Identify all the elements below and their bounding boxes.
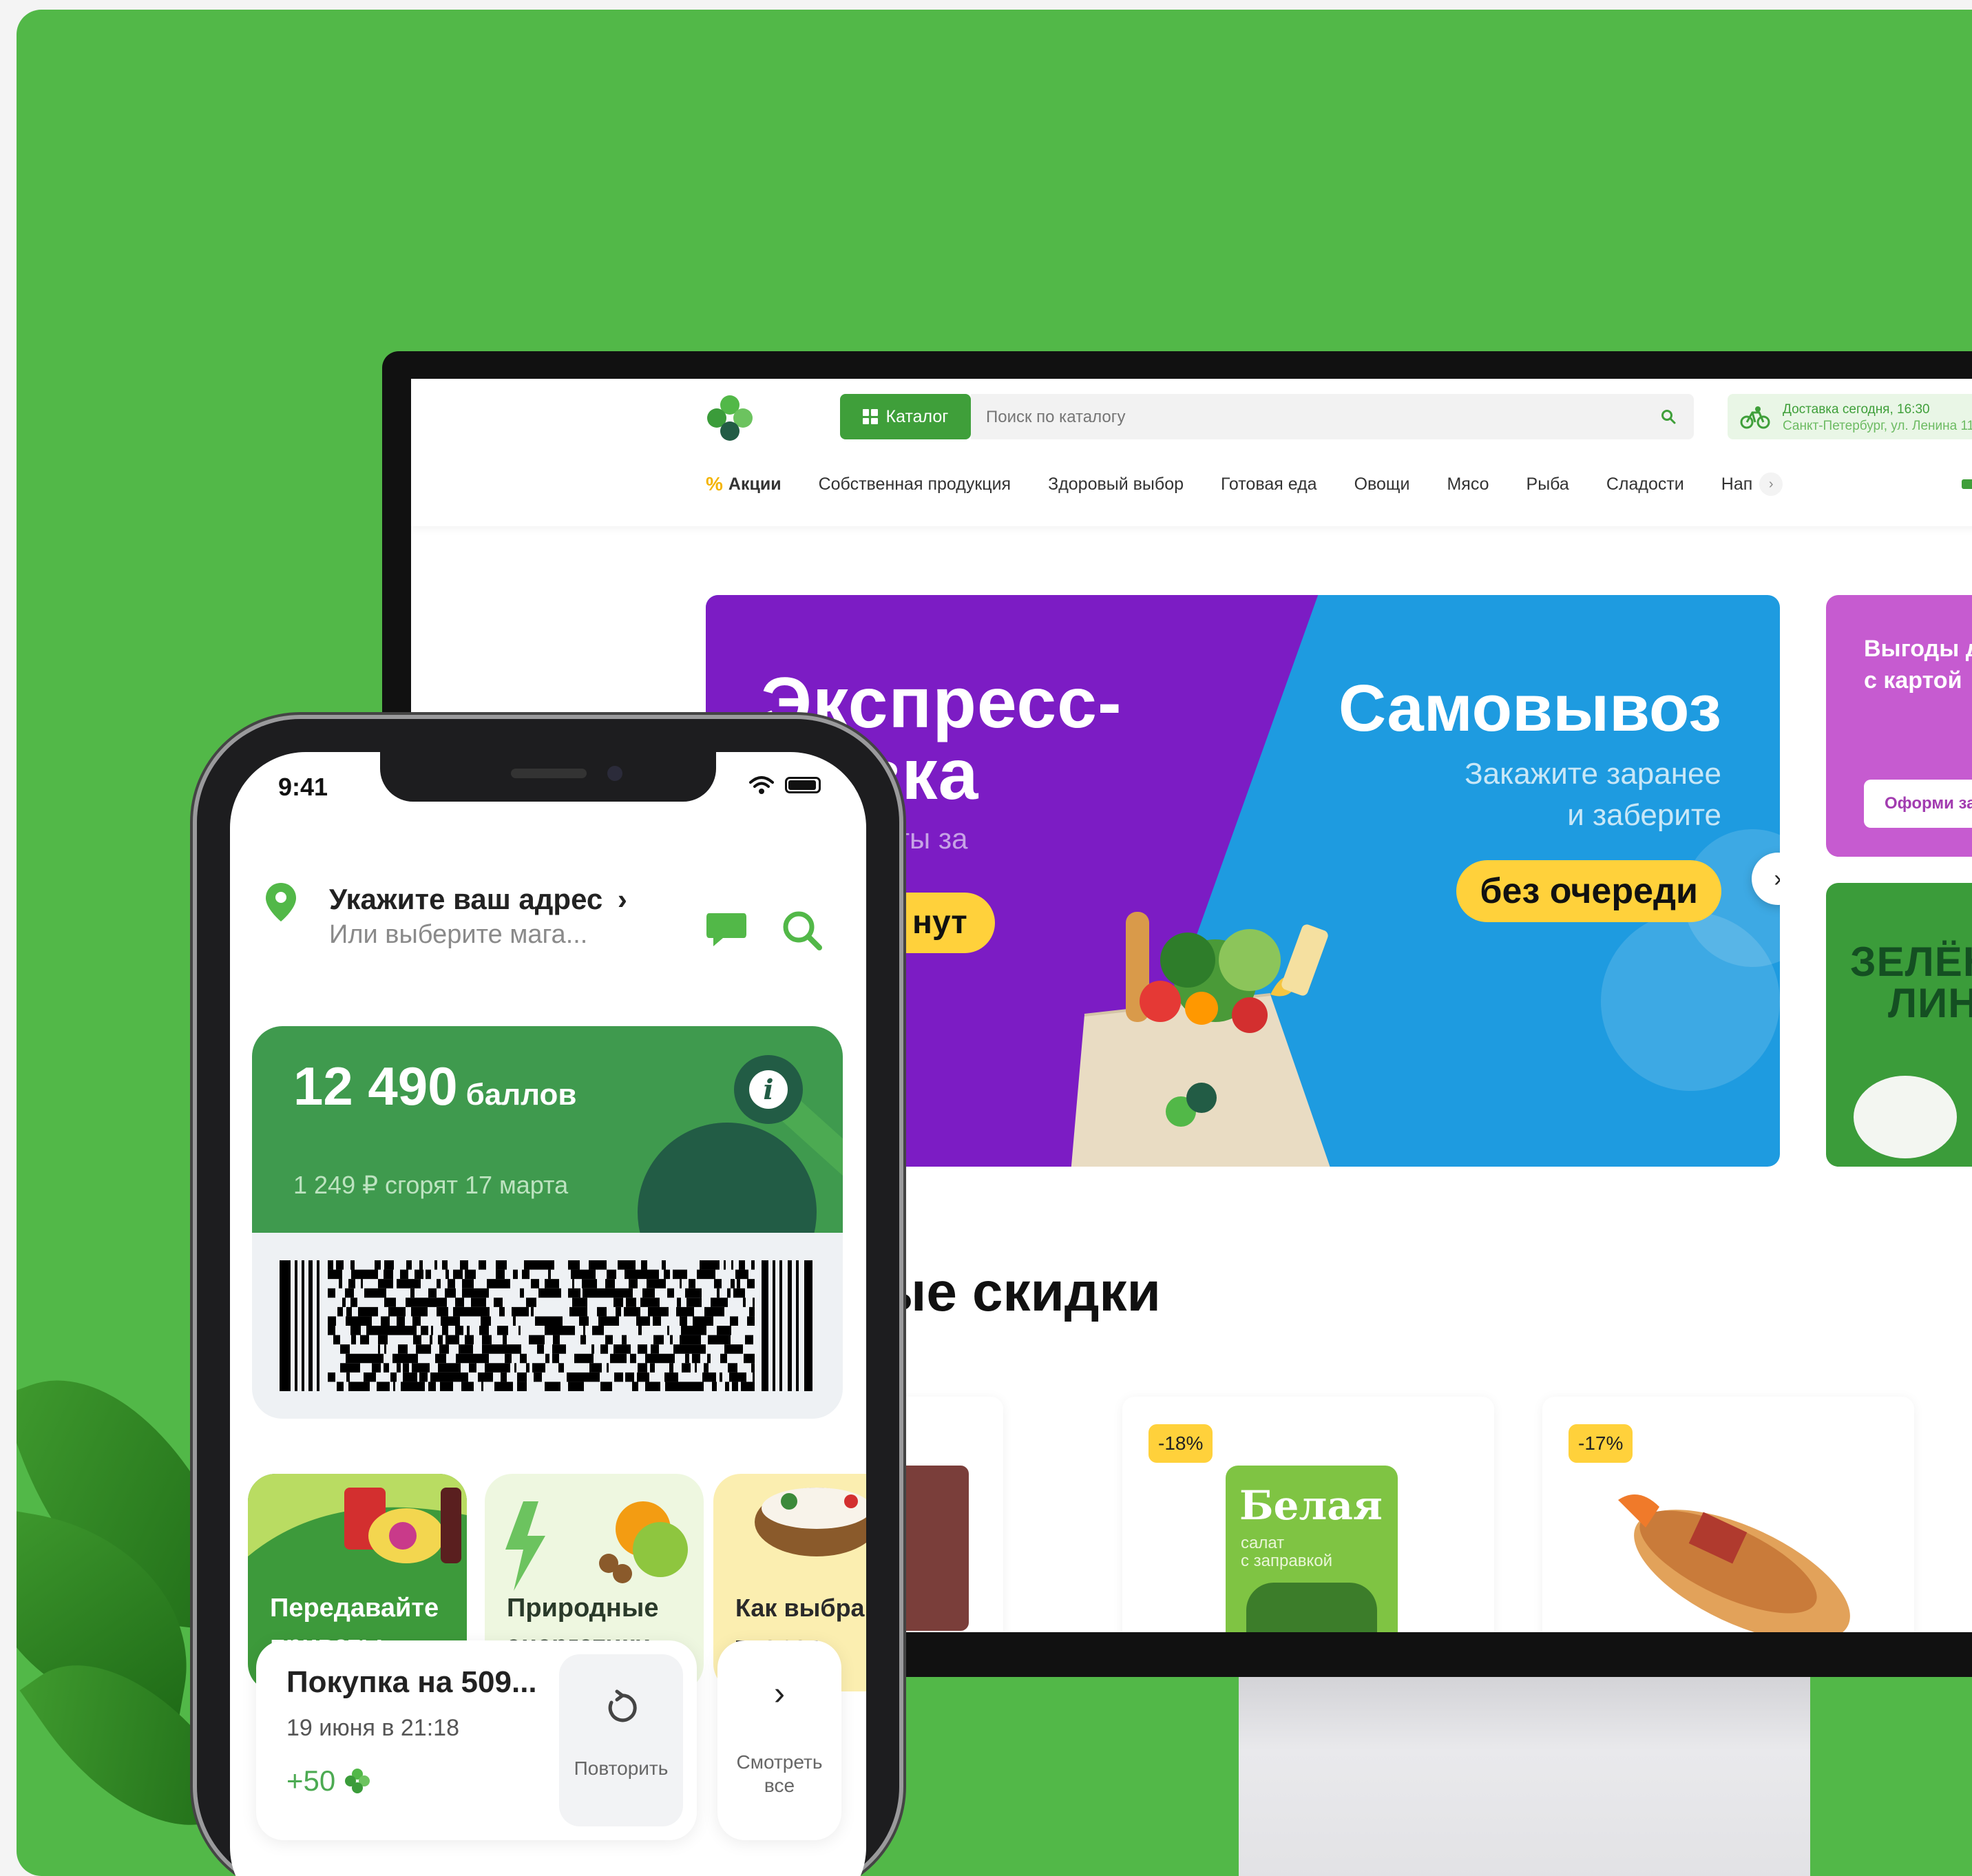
nav-item-sweets[interactable]: Сладости bbox=[1606, 475, 1684, 494]
pickup-pill: без очереди bbox=[1456, 860, 1721, 922]
loyalty-card-header: 12 490 баллов 1 249 ₽ сгорят 17 марта i bbox=[252, 1026, 843, 1233]
see-all-button[interactable]: › Смотреть все bbox=[717, 1640, 841, 1840]
delivery-time: Доставка сегодня, 16:30 bbox=[1783, 402, 1930, 417]
see-all-label: Смотреть все bbox=[736, 1751, 823, 1796]
salad-product-image: Белая салат с заправкой bbox=[1226, 1466, 1398, 1632]
bike-icon bbox=[1740, 406, 1770, 429]
nav-item-own-products[interactable]: Собственная продукция bbox=[819, 475, 1011, 494]
pickup-subtitle: Закажите заранее и заберите bbox=[1465, 757, 1721, 832]
catalog-button[interactable]: Каталог bbox=[840, 394, 971, 439]
last-order-card[interactable]: Покупка на 509... 19 июня в 21:18 +50 По… bbox=[256, 1640, 697, 1840]
loyalty-card[interactable]: 12 490 баллов 1 249 ₽ сгорят 17 марта i bbox=[252, 1026, 843, 1419]
pickup-title: Самовывоз bbox=[1338, 671, 1721, 745]
wifi-icon bbox=[749, 776, 774, 794]
address-title[interactable]: Укажите ваш адрес › bbox=[329, 883, 627, 916]
smartphone: 9:41 Укажите ваш адрес › Или выберите ма… bbox=[197, 719, 899, 1876]
clover-logo-icon[interactable] bbox=[706, 394, 754, 442]
repeat-order-button[interactable]: Повторить bbox=[559, 1654, 683, 1826]
product-package-image bbox=[1854, 1076, 1957, 1158]
info-icon: i bbox=[749, 1070, 788, 1109]
percent-icon: % bbox=[706, 473, 723, 494]
info-button[interactable]: i bbox=[734, 1055, 803, 1124]
nav-item-vegetables[interactable]: Овощи bbox=[1354, 475, 1410, 494]
card-benefits-title: Выгоды д с картой bbox=[1864, 636, 1972, 694]
monitor-stand bbox=[1239, 1663, 1810, 1876]
nav-item-healthy[interactable]: Здоровый выбор bbox=[1048, 475, 1184, 494]
catalog-search bbox=[971, 394, 1694, 441]
phone-notch bbox=[380, 752, 716, 802]
address-subtitle[interactable]: Или выберите мага... bbox=[329, 920, 587, 950]
search-icon[interactable] bbox=[1661, 409, 1676, 424]
catalog-label: Каталог bbox=[885, 406, 949, 426]
chevron-right-icon: › bbox=[774, 1676, 785, 1712]
delivery-address: Санкт-Петербург, ул. Ленина 11 bbox=[1783, 419, 1972, 433]
points-expiry: 1 249 ₽ сгорят 17 марта bbox=[293, 1171, 569, 1199]
discounts-section-title: ые скидки bbox=[879, 1261, 1161, 1322]
green-line-promo[interactable]: ЗЕЛЁНА ЛИНИ bbox=[1826, 883, 1972, 1167]
nav-item-fish[interactable]: Рыба bbox=[1527, 475, 1569, 494]
delivery-info[interactable]: Доставка сегодня, 16:30 Санкт-Петербург,… bbox=[1728, 394, 1972, 439]
battery-icon bbox=[785, 777, 821, 793]
order-bonus: +50 bbox=[286, 1764, 371, 1797]
nav-item-drinks[interactable]: Нап bbox=[1721, 475, 1753, 494]
repeat-label: Повторить bbox=[574, 1758, 669, 1779]
nav-item-akcii[interactable]: % Акции bbox=[706, 473, 782, 495]
status-icons bbox=[749, 775, 821, 795]
card-icon[interactable] bbox=[1962, 479, 1972, 489]
order-title: Покупка на 509... bbox=[286, 1665, 537, 1699]
green-line-title: ЗЕЛЁНА ЛИНИ bbox=[1850, 939, 1972, 1026]
grocery-bag-image bbox=[1071, 912, 1330, 1167]
background-stage: Каталог Доставка сего bbox=[17, 10, 1972, 1876]
status-time: 9:41 bbox=[278, 773, 328, 801]
discount-badge: -17% bbox=[1569, 1424, 1633, 1463]
nav-item-ready-food[interactable]: Готовая еда bbox=[1221, 475, 1317, 494]
product-card[interactable]: -17% bbox=[1542, 1397, 1914, 1632]
grid-icon bbox=[862, 409, 878, 424]
search-input[interactable] bbox=[985, 394, 1607, 441]
order-date: 19 июня в 21:18 bbox=[286, 1715, 459, 1741]
bread-product-image bbox=[1591, 1472, 1866, 1632]
chevron-right-icon: › bbox=[617, 883, 627, 915]
points-balance: 12 490 баллов bbox=[293, 1056, 577, 1116]
location-pin-icon[interactable] bbox=[264, 882, 297, 923]
site-header: Каталог Доставка сего bbox=[411, 379, 1972, 526]
card-benefits-promo[interactable]: Выгоды д с картой Оформи за bbox=[1826, 595, 1972, 857]
phone-screen: 9:41 Укажите ваш адрес › Или выберите ма… bbox=[230, 752, 866, 1876]
nav-scroll-chevron-icon[interactable]: › bbox=[1759, 472, 1783, 496]
card-decor bbox=[638, 1123, 817, 1233]
product-card[interactable]: -18% Белая салат с заправкой bbox=[1122, 1397, 1494, 1632]
chat-icon[interactable] bbox=[705, 910, 748, 949]
repeat-icon bbox=[608, 1689, 637, 1722]
pdf417-barcode[interactable] bbox=[280, 1260, 817, 1391]
clover-icon bbox=[345, 1769, 370, 1793]
category-nav: % Акции Собственная продукция Здоровый в… bbox=[706, 467, 1783, 501]
discount-badge: -18% bbox=[1148, 1424, 1213, 1463]
nav-item-meat[interactable]: Мясо bbox=[1447, 475, 1489, 494]
search-icon[interactable] bbox=[781, 909, 824, 952]
apply-card-button[interactable]: Оформи за bbox=[1864, 780, 1972, 828]
